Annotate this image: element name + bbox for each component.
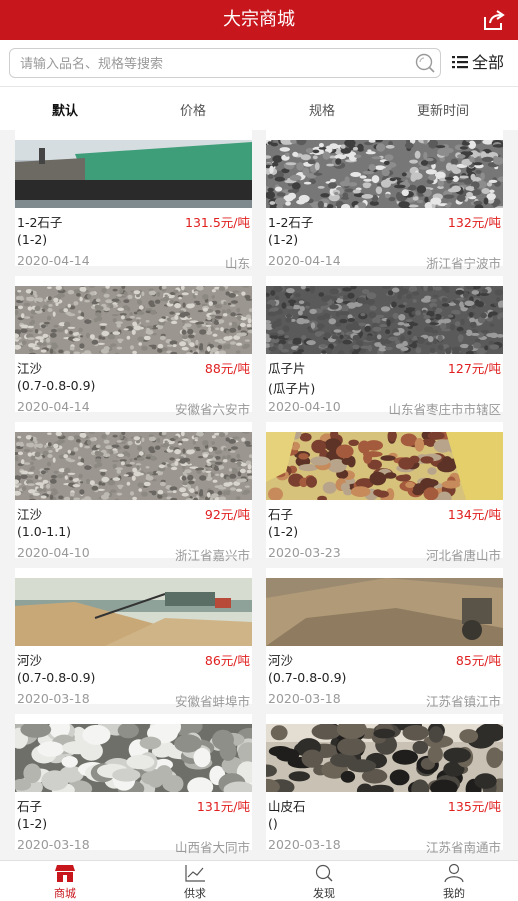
nav-supply-label: 供求 — [184, 887, 206, 900]
nav-discover[interactable]: 发现 — [284, 861, 364, 901]
search-row: 全部 — [0, 40, 518, 87]
trend-icon — [185, 865, 205, 882]
search-icon[interactable] — [414, 52, 436, 74]
product-image[interactable] — [266, 432, 503, 500]
product-image[interactable] — [266, 578, 503, 646]
product-date: 2020-04-10 — [268, 399, 341, 414]
discover-icon — [315, 864, 333, 882]
product-spec: (1-2) — [268, 232, 299, 247]
product-spec: (0.7-0.8-0.9) — [17, 670, 96, 685]
product-card[interactable]: 河沙 85元/吨 (0.7-0.8-0.9) 2020-03-18 江苏省镇江市 — [266, 568, 503, 709]
nav-supply[interactable]: 供求 — [155, 861, 235, 901]
product-image[interactable] — [15, 432, 252, 500]
product-date: 2020-03-18 — [268, 691, 341, 706]
product-location: 河北省唐山市 — [425, 548, 501, 563]
product-location: 浙江省嘉兴市 — [174, 548, 250, 563]
all-label: 全部 — [472, 53, 505, 72]
product-grid: 1-2石子 131.5元/吨 (1-2) 2020-04-14 山东 1-2石子 132元/… — [0, 130, 518, 860]
product-date: 2020-04-14 — [268, 253, 341, 268]
product-spec: (瓜子片) — [268, 381, 316, 396]
product-name: 瓜子片 — [268, 361, 306, 376]
product-date: 2020-04-14 — [17, 253, 90, 268]
page-title: 大宗商城 — [223, 9, 295, 30]
product-image[interactable] — [266, 724, 503, 792]
product-location: 安徽省六安市 — [174, 402, 250, 417]
product-location: 山西省大同市 — [174, 840, 250, 855]
product-spec: (1-2) — [17, 816, 48, 831]
product-card[interactable]: 山皮石 135元/吨 () 2020-03-18 江苏省南通市 — [266, 714, 503, 855]
product-card[interactable]: 瓜子片 127元/吨 (瓜子片) 2020-04-10 山东省枣庄市市辖区 — [266, 276, 503, 417]
product-name: 江沙 — [17, 507, 43, 522]
product-price: 134元/吨 — [447, 507, 501, 522]
product-card[interactable]: 1-2石子 131.5元/吨 (1-2) 2020-04-14 山东 — [15, 130, 252, 271]
product-price: 131元/吨 — [196, 799, 250, 814]
shop-icon — [55, 865, 75, 882]
product-spec: (0.7-0.8-0.9) — [17, 378, 96, 393]
nav-mine-label: 我的 — [443, 887, 465, 900]
product-name: 江沙 — [17, 361, 43, 376]
product-name: 石子 — [17, 799, 43, 814]
product-name: 河沙 — [17, 653, 43, 668]
product-card[interactable]: 石子 131元/吨 (1-2) 2020-03-18 山西省大同市 — [15, 714, 252, 855]
share-icon[interactable] — [482, 9, 506, 31]
product-location: 江苏省南通市 — [425, 840, 501, 855]
top-bar: 大宗商城 — [0, 0, 518, 40]
product-location: 山东省枣庄市市辖区 — [388, 402, 501, 417]
product-spec: () — [268, 816, 278, 831]
product-spec: (1-2) — [17, 232, 48, 247]
product-image[interactable] — [15, 140, 252, 208]
product-card[interactable]: 河沙 86元/吨 (0.7-0.8-0.9) 2020-03-18 安徽省蚌埠市 — [15, 568, 252, 709]
nav-shop[interactable]: 商城 — [25, 861, 105, 901]
product-date: 2020-03-18 — [17, 691, 90, 706]
product-image[interactable] — [15, 286, 252, 354]
product-price: 88元/吨 — [204, 361, 250, 376]
product-date: 2020-04-14 — [17, 399, 90, 414]
product-price: 85元/吨 — [455, 653, 501, 668]
user-icon — [444, 863, 464, 883]
product-date: 2020-03-23 — [268, 545, 341, 560]
product-price: 127元/吨 — [447, 361, 501, 376]
sort-tab-spec[interactable]: 规格 — [279, 94, 365, 130]
product-date: 2020-03-18 — [17, 837, 90, 852]
product-date: 2020-04-10 — [17, 545, 90, 560]
product-location: 安徽省蚌埠市 — [174, 694, 250, 709]
product-price: 132元/吨 — [447, 215, 501, 230]
product-image[interactable] — [266, 286, 503, 354]
nav-discover-label: 发现 — [313, 887, 335, 900]
product-price: 86元/吨 — [204, 653, 250, 668]
list-icon — [452, 55, 468, 68]
nav-shop-label: 商城 — [54, 887, 76, 900]
product-name: 石子 — [268, 507, 294, 522]
product-price: 92元/吨 — [204, 507, 250, 522]
product-price: 135元/吨 — [447, 799, 501, 814]
product-name: 1-2石子 — [268, 215, 314, 230]
nav-mine[interactable]: 我的 — [414, 861, 494, 901]
product-price: 131.5元/吨 — [185, 215, 250, 230]
product-image[interactable] — [15, 578, 252, 646]
product-location: 江苏省镇江市 — [425, 694, 501, 709]
product-name: 山皮石 — [268, 799, 306, 814]
product-location: 浙江省宁波市 — [425, 256, 501, 271]
product-spec: (1-2) — [268, 524, 299, 539]
search-box[interactable] — [9, 48, 441, 78]
sort-bar: 默认 价格 规格 更新时间 — [0, 94, 518, 130]
product-date: 2020-03-18 — [268, 837, 341, 852]
product-name: 河沙 — [268, 653, 294, 668]
sort-tab-price[interactable]: 价格 — [150, 94, 236, 130]
product-card[interactable]: 江沙 92元/吨 (1.0-1.1) 2020-04-10 浙江省嘉兴市 — [15, 422, 252, 563]
product-spec: (1.0-1.1) — [17, 524, 72, 539]
product-card[interactable]: 1-2石子 132元/吨 (1-2) 2020-04-14 浙江省宁波市 — [266, 130, 503, 271]
product-location: 山东 — [224, 256, 250, 271]
product-spec: (0.7-0.8-0.9) — [268, 670, 347, 685]
all-categories-button[interactable]: 全部 — [452, 50, 504, 76]
sort-tab-update-time[interactable]: 更新时间 — [400, 94, 486, 130]
product-card[interactable]: 石子 134元/吨 (1-2) 2020-03-23 河北省唐山市 — [266, 422, 503, 563]
sort-tab-default[interactable]: 默认 — [22, 94, 108, 130]
product-card[interactable]: 江沙 88元/吨 (0.7-0.8-0.9) 2020-04-14 安徽省六安市 — [15, 276, 252, 417]
product-image[interactable] — [266, 140, 503, 208]
search-input[interactable] — [18, 52, 412, 76]
bottom-nav: 商城 供求 发现 我的 — [0, 860, 518, 901]
product-image[interactable] — [15, 724, 252, 792]
product-name: 1-2石子 — [17, 215, 63, 230]
